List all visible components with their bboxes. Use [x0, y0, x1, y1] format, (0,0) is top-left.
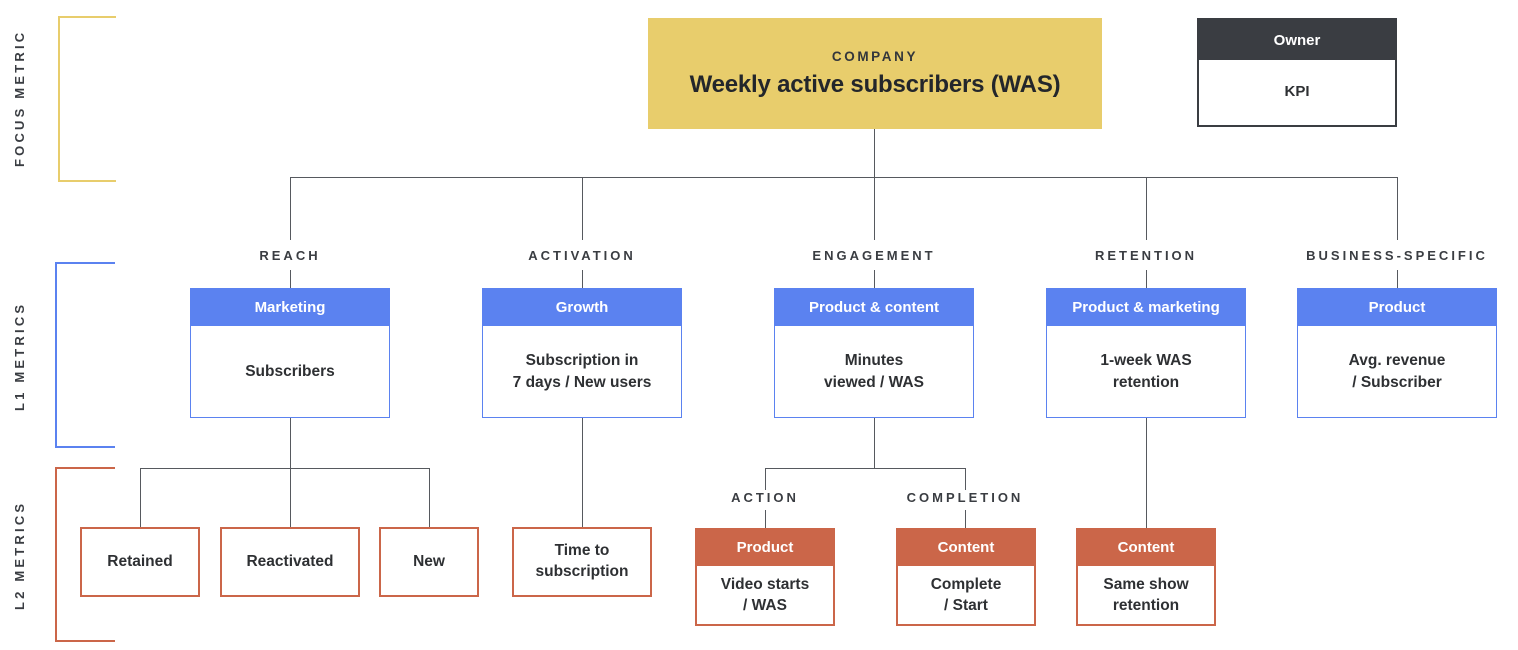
connector-l1-drop-activation	[582, 177, 583, 240]
l1-card-owner: Product	[1297, 288, 1497, 326]
category-label-reach: REACH	[259, 248, 321, 263]
l1-card-engagement[interactable]: Product & content Minutes viewed / WAS	[774, 288, 974, 418]
bracket-l1-metrics	[55, 262, 115, 448]
category-label-retention: RETENTION	[1094, 248, 1198, 263]
connector-marketing-to-retained	[140, 468, 141, 527]
focus-metric-card[interactable]: COMPANY Weekly active subscribers (WAS)	[648, 18, 1102, 129]
l1-card-kpi: Subscribers	[190, 326, 390, 418]
l2-card-action-product[interactable]: Product Video starts / WAS	[695, 528, 835, 626]
connector-marketing-down	[290, 418, 291, 468]
l1-card-kpi: Avg. revenue / Subscriber	[1297, 326, 1497, 418]
l2-card-owner: Content	[1076, 528, 1216, 566]
l2-card-kpi: Video starts / WAS	[695, 566, 835, 626]
connector-stub-engagement	[874, 270, 875, 288]
connector-l1-bus	[290, 177, 1398, 178]
l2-card-new[interactable]: New	[379, 527, 479, 597]
l2-card-owner: Content	[896, 528, 1036, 566]
l1-card-kpi: Subscription in 7 days / New users	[482, 326, 682, 418]
connector-stub-retention	[1146, 270, 1147, 288]
category-label-business-specific: BUSINESS-SPECIFIC	[1306, 248, 1488, 263]
l1-card-activation[interactable]: Growth Subscription in 7 days / New users	[482, 288, 682, 418]
row-label-focus-metric: FOCUS METRIC	[12, 29, 27, 167]
l1-card-owner: Marketing	[190, 288, 390, 326]
connector-focus-down	[874, 129, 875, 177]
connector-stub-completion	[965, 510, 966, 528]
connector-engagement-down	[874, 418, 875, 468]
row-label-l1-metrics: L1 METRICS	[12, 301, 27, 411]
l1-card-kpi: 1-week WAS retention	[1046, 326, 1246, 418]
connector-stub-activation	[582, 270, 583, 288]
l2-card-reactivated[interactable]: Reactivated	[220, 527, 360, 597]
l2-card-owner: Product	[695, 528, 835, 566]
l2-card-time-to-subscription[interactable]: Time to subscription	[512, 527, 652, 597]
connector-l1-drop-business	[1397, 177, 1398, 240]
row-label-l2-metrics: L2 METRICS	[12, 500, 27, 610]
connector-marketing-to-new	[429, 468, 430, 527]
connector-marketing-bus	[140, 468, 430, 469]
l2-card-kpi: Same show retention	[1076, 566, 1216, 626]
l2-card-retention-content[interactable]: Content Same show retention	[1076, 528, 1216, 626]
category-label-activation: ACTIVATION	[528, 248, 636, 263]
diagram-canvas: FOCUS METRIC L1 METRICS L2 METRICS COMPA…	[0, 0, 1518, 650]
focus-metric-owner: COMPANY	[831, 48, 919, 64]
l1-card-reach[interactable]: Marketing Subscribers	[190, 288, 390, 418]
subcategory-label-completion: COMPLETION	[906, 490, 1024, 505]
l2-card-completion-content[interactable]: Content Complete / Start	[896, 528, 1036, 626]
connector-engagement-bus	[765, 468, 966, 469]
connector-stub-reach	[290, 270, 291, 288]
l2-card-retained[interactable]: Retained	[80, 527, 200, 597]
legend-owner-header: Owner	[1199, 20, 1395, 60]
bracket-focus-metric	[58, 16, 116, 182]
category-label-engagement: ENGAGEMENT	[812, 248, 936, 263]
l1-card-kpi: Minutes viewed / WAS	[774, 326, 974, 418]
connector-engagement-to-action	[765, 468, 766, 490]
l2-card-kpi: Complete / Start	[896, 566, 1036, 626]
l1-card-owner: Product & content	[774, 288, 974, 326]
connector-marketing-to-reactivated	[290, 468, 291, 527]
connector-l1-drop-retention	[1146, 177, 1147, 240]
l1-card-retention[interactable]: Product & marketing 1-week WAS retention	[1046, 288, 1246, 418]
connector-growth-to-time-to-subscription	[582, 418, 583, 527]
connector-l1-drop-reach	[290, 177, 291, 240]
focus-metric-kpi: Weekly active subscribers (WAS)	[689, 70, 1061, 98]
connector-l1-drop-engagement	[874, 177, 875, 240]
legend-kpi-label: KPI	[1199, 60, 1395, 123]
connector-stub-action	[765, 510, 766, 528]
l1-card-owner: Growth	[482, 288, 682, 326]
l1-card-owner: Product & marketing	[1046, 288, 1246, 326]
subcategory-label-action: ACTION	[731, 490, 799, 505]
legend-key: Owner KPI	[1197, 18, 1397, 127]
connector-engagement-to-completion	[965, 468, 966, 490]
connector-stub-business	[1397, 270, 1398, 288]
l1-card-business-specific[interactable]: Product Avg. revenue / Subscriber	[1297, 288, 1497, 418]
connector-retention-to-same-show	[1146, 418, 1147, 528]
